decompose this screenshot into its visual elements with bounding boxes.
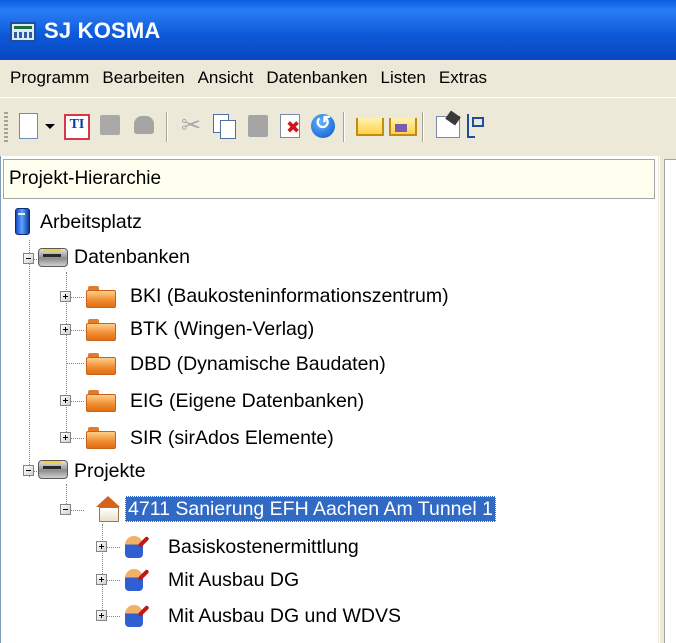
expand-icon[interactable] [96, 574, 107, 585]
gray-stamp-icon[interactable] [130, 112, 158, 140]
tree-item-eig[interactable]: EIG (Eigene Datenbanken) [130, 389, 364, 413]
tree-item-mit-ausbau-dg-wdvs[interactable]: Mit Ausbau DG und WDVS [168, 604, 401, 628]
tree-item-project-selected[interactable]: 4711 Sanierung EFH Aachen Am Tunnel 1 [125, 496, 496, 522]
folder-icon [86, 389, 116, 412]
toolbar-separator [422, 112, 424, 142]
database-in-icon[interactable] [354, 112, 384, 140]
tree-line [29, 240, 30, 477]
undo-icon[interactable] [309, 112, 337, 140]
folder-icon [86, 285, 116, 308]
app-window: SJ KOSMA Programm Bearbeiten Ansicht Dat… [0, 0, 676, 643]
computer-icon [13, 208, 31, 235]
folder-icon [86, 426, 116, 449]
tree-item-mit-ausbau-dg[interactable]: Mit Ausbau DG [168, 568, 299, 592]
expand-icon[interactable] [60, 395, 71, 406]
server-icon [38, 245, 68, 267]
tree-item-bki[interactable]: BKI (Baukosteninformationszentrum) [130, 284, 449, 308]
collapse-icon[interactable] [60, 504, 71, 515]
house-icon [94, 496, 122, 522]
dropdown-arrow-icon[interactable] [43, 112, 57, 140]
properties-icon[interactable] [433, 112, 461, 140]
menu-datenbanken[interactable]: Datenbanken [260, 68, 374, 88]
folder-icon [86, 352, 116, 375]
tree-line [66, 363, 84, 364]
right-panel-edge [664, 159, 676, 643]
user-edit-icon [122, 603, 152, 629]
user-edit-icon [122, 567, 152, 593]
tree-item-projekte[interactable]: Projekte [74, 459, 146, 483]
collapse-icon[interactable] [23, 253, 34, 264]
expand-icon[interactable] [60, 324, 71, 335]
text-icon[interactable] [62, 112, 90, 140]
cut-icon[interactable] [178, 111, 206, 140]
tree-item-sir[interactable]: SIR (sirAdos Elemente) [130, 426, 334, 450]
toolbar-grip[interactable] [4, 112, 8, 142]
tree-line [102, 524, 103, 616]
app-icon [10, 22, 36, 42]
copy-icon[interactable] [210, 112, 238, 140]
expand-icon[interactable] [60, 432, 71, 443]
gray-block-icon[interactable] [97, 112, 125, 140]
user-edit-icon [122, 534, 152, 560]
menu-bar: Programm Bearbeiten Ansicht Datenbanken … [0, 60, 676, 96]
delete-icon[interactable] [277, 112, 305, 140]
menu-ansicht[interactable]: Ansicht [192, 68, 261, 88]
window-title: SJ KOSMA [44, 18, 161, 43]
expand-icon[interactable] [96, 610, 107, 621]
paste-icon[interactable] [244, 112, 272, 140]
tree-view-icon[interactable] [466, 112, 484, 140]
expand-icon[interactable] [60, 291, 71, 302]
tree-item-btk[interactable]: BTK (Wingen-Verlag) [130, 317, 314, 341]
title-bar[interactable]: SJ KOSMA [0, 0, 676, 60]
toolbar-separator [166, 112, 168, 142]
tree-item-datenbanken[interactable]: Datenbanken [74, 245, 190, 269]
tree-item-arbeitsplatz[interactable]: Arbeitsplatz [40, 210, 142, 234]
menu-listen[interactable]: Listen [374, 68, 432, 88]
expand-icon[interactable] [96, 541, 107, 552]
folder-icon [86, 318, 116, 341]
menu-bearbeiten[interactable]: Bearbeiten [96, 68, 191, 88]
panel-header: Projekt-Hierarchie [3, 159, 655, 199]
menu-extras[interactable]: Extras [433, 68, 494, 88]
collapse-icon[interactable] [23, 465, 34, 476]
menu-programm[interactable]: Programm [4, 68, 96, 88]
tree-item-dbd[interactable]: DBD (Dynamische Baudaten) [130, 352, 386, 376]
panel-title: Projekt-Hierarchie [9, 168, 162, 189]
tree-item-basiskostenermittlung[interactable]: Basiskostenermittlung [168, 535, 359, 559]
server-icon [38, 457, 68, 479]
database-out-icon[interactable] [387, 112, 417, 140]
toolbar-separator [343, 112, 345, 142]
toolbar [0, 97, 676, 153]
new-document-icon[interactable] [14, 112, 42, 140]
project-tree: Arbeitsplatz Datenbanken BKI (Baukosteni… [0, 200, 658, 643]
